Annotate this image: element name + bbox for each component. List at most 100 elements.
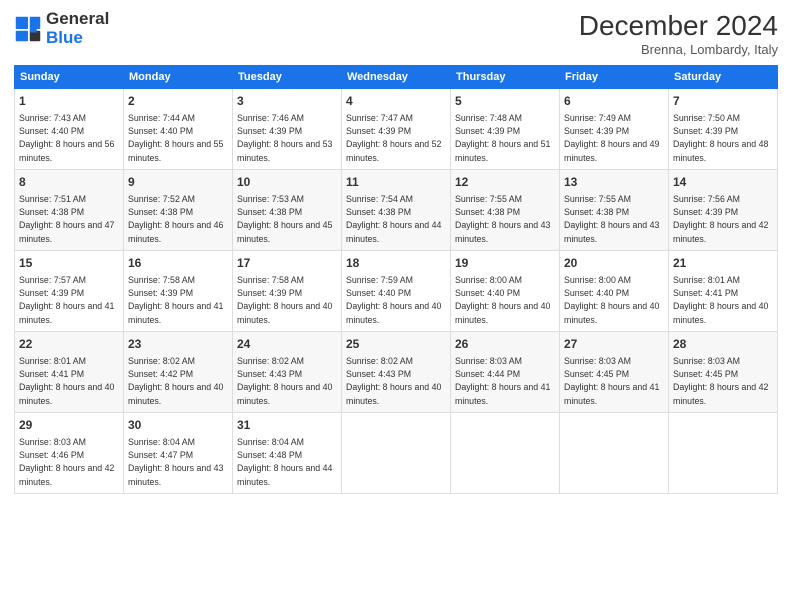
calendar-day-cell: [451, 412, 560, 493]
logo-text-blue: Blue: [46, 29, 109, 48]
day-details: Sunrise: 7:57 AMSunset: 4:39 PMDaylight:…: [19, 275, 114, 325]
calendar-day-cell: 17 Sunrise: 7:58 AMSunset: 4:39 PMDaylig…: [233, 250, 342, 331]
calendar-day-cell: 16 Sunrise: 7:58 AMSunset: 4:39 PMDaylig…: [124, 250, 233, 331]
calendar-day-cell: 30 Sunrise: 8:04 AMSunset: 4:47 PMDaylig…: [124, 412, 233, 493]
day-number: 9: [128, 174, 228, 191]
day-details: Sunrise: 7:52 AMSunset: 4:38 PMDaylight:…: [128, 194, 223, 244]
calendar-day-cell: 9 Sunrise: 7:52 AMSunset: 4:38 PMDayligh…: [124, 169, 233, 250]
title-block: December 2024 Brenna, Lombardy, Italy: [579, 10, 778, 57]
calendar-day-cell: 28 Sunrise: 8:03 AMSunset: 4:45 PMDaylig…: [669, 331, 778, 412]
weekday-header-friday: Friday: [560, 66, 669, 89]
day-details: Sunrise: 7:46 AMSunset: 4:39 PMDaylight:…: [237, 113, 332, 163]
calendar-day-cell: 8 Sunrise: 7:51 AMSunset: 4:38 PMDayligh…: [15, 169, 124, 250]
day-number: 25: [346, 336, 446, 353]
calendar-day-cell: 24 Sunrise: 8:02 AMSunset: 4:43 PMDaylig…: [233, 331, 342, 412]
day-number: 21: [673, 255, 773, 272]
calendar-day-cell: 1 Sunrise: 7:43 AMSunset: 4:40 PMDayligh…: [15, 89, 124, 170]
day-number: 7: [673, 93, 773, 110]
day-number: 10: [237, 174, 337, 191]
page-header: General Blue December 2024 Brenna, Lomba…: [14, 10, 778, 57]
weekday-header-monday: Monday: [124, 66, 233, 89]
day-details: Sunrise: 7:58 AMSunset: 4:39 PMDaylight:…: [128, 275, 223, 325]
day-details: Sunrise: 8:03 AMSunset: 4:46 PMDaylight:…: [19, 437, 114, 487]
day-details: Sunrise: 8:00 AMSunset: 4:40 PMDaylight:…: [455, 275, 550, 325]
calendar-day-cell: [560, 412, 669, 493]
day-details: Sunrise: 7:44 AMSunset: 4:40 PMDaylight:…: [128, 113, 223, 163]
calendar-day-cell: 7 Sunrise: 7:50 AMSunset: 4:39 PMDayligh…: [669, 89, 778, 170]
calendar-week-row: 1 Sunrise: 7:43 AMSunset: 4:40 PMDayligh…: [15, 89, 778, 170]
day-details: Sunrise: 8:02 AMSunset: 4:43 PMDaylight:…: [346, 356, 441, 406]
calendar-day-cell: [342, 412, 451, 493]
month-title: December 2024: [579, 10, 778, 42]
calendar-day-cell: 29 Sunrise: 8:03 AMSunset: 4:46 PMDaylig…: [15, 412, 124, 493]
calendar-day-cell: 4 Sunrise: 7:47 AMSunset: 4:39 PMDayligh…: [342, 89, 451, 170]
day-number: 3: [237, 93, 337, 110]
day-details: Sunrise: 7:55 AMSunset: 4:38 PMDaylight:…: [455, 194, 550, 244]
day-number: 24: [237, 336, 337, 353]
weekday-header-tuesday: Tuesday: [233, 66, 342, 89]
day-details: Sunrise: 8:03 AMSunset: 4:45 PMDaylight:…: [673, 356, 768, 406]
day-number: 15: [19, 255, 119, 272]
calendar-day-cell: 31 Sunrise: 8:04 AMSunset: 4:48 PMDaylig…: [233, 412, 342, 493]
day-details: Sunrise: 7:56 AMSunset: 4:39 PMDaylight:…: [673, 194, 768, 244]
day-number: 27: [564, 336, 664, 353]
calendar-day-cell: 25 Sunrise: 8:02 AMSunset: 4:43 PMDaylig…: [342, 331, 451, 412]
day-details: Sunrise: 7:53 AMSunset: 4:38 PMDaylight:…: [237, 194, 332, 244]
location: Brenna, Lombardy, Italy: [579, 42, 778, 57]
day-number: 14: [673, 174, 773, 191]
day-details: Sunrise: 7:55 AMSunset: 4:38 PMDaylight:…: [564, 194, 659, 244]
day-number: 17: [237, 255, 337, 272]
day-details: Sunrise: 7:47 AMSunset: 4:39 PMDaylight:…: [346, 113, 441, 163]
day-number: 30: [128, 417, 228, 434]
day-number: 5: [455, 93, 555, 110]
weekday-header-thursday: Thursday: [451, 66, 560, 89]
day-number: 1: [19, 93, 119, 110]
calendar-day-cell: 3 Sunrise: 7:46 AMSunset: 4:39 PMDayligh…: [233, 89, 342, 170]
calendar-day-cell: 27 Sunrise: 8:03 AMSunset: 4:45 PMDaylig…: [560, 331, 669, 412]
day-number: 2: [128, 93, 228, 110]
day-details: Sunrise: 7:43 AMSunset: 4:40 PMDaylight:…: [19, 113, 114, 163]
day-details: Sunrise: 7:50 AMSunset: 4:39 PMDaylight:…: [673, 113, 768, 163]
calendar-day-cell: 10 Sunrise: 7:53 AMSunset: 4:38 PMDaylig…: [233, 169, 342, 250]
calendar-day-cell: 15 Sunrise: 7:57 AMSunset: 4:39 PMDaylig…: [15, 250, 124, 331]
calendar-day-cell: 14 Sunrise: 7:56 AMSunset: 4:39 PMDaylig…: [669, 169, 778, 250]
day-details: Sunrise: 7:59 AMSunset: 4:40 PMDaylight:…: [346, 275, 441, 325]
day-details: Sunrise: 7:49 AMSunset: 4:39 PMDaylight:…: [564, 113, 659, 163]
calendar-week-row: 29 Sunrise: 8:03 AMSunset: 4:46 PMDaylig…: [15, 412, 778, 493]
day-details: Sunrise: 7:51 AMSunset: 4:38 PMDaylight:…: [19, 194, 114, 244]
day-number: 13: [564, 174, 664, 191]
calendar-day-cell: 6 Sunrise: 7:49 AMSunset: 4:39 PMDayligh…: [560, 89, 669, 170]
day-details: Sunrise: 7:48 AMSunset: 4:39 PMDaylight:…: [455, 113, 550, 163]
day-number: 6: [564, 93, 664, 110]
day-number: 11: [346, 174, 446, 191]
calendar-day-cell: 12 Sunrise: 7:55 AMSunset: 4:38 PMDaylig…: [451, 169, 560, 250]
calendar-table: SundayMondayTuesdayWednesdayThursdayFrid…: [14, 65, 778, 494]
weekday-header-sunday: Sunday: [15, 66, 124, 89]
day-details: Sunrise: 8:03 AMSunset: 4:44 PMDaylight:…: [455, 356, 550, 406]
day-number: 4: [346, 93, 446, 110]
calendar-week-row: 8 Sunrise: 7:51 AMSunset: 4:38 PMDayligh…: [15, 169, 778, 250]
day-number: 28: [673, 336, 773, 353]
calendar-day-cell: 26 Sunrise: 8:03 AMSunset: 4:44 PMDaylig…: [451, 331, 560, 412]
day-number: 19: [455, 255, 555, 272]
calendar-day-cell: 13 Sunrise: 7:55 AMSunset: 4:38 PMDaylig…: [560, 169, 669, 250]
calendar-day-cell: 19 Sunrise: 8:00 AMSunset: 4:40 PMDaylig…: [451, 250, 560, 331]
day-number: 12: [455, 174, 555, 191]
calendar-day-cell: 22 Sunrise: 8:01 AMSunset: 4:41 PMDaylig…: [15, 331, 124, 412]
logo-icon: [14, 15, 42, 43]
day-details: Sunrise: 8:03 AMSunset: 4:45 PMDaylight:…: [564, 356, 659, 406]
day-details: Sunrise: 8:02 AMSunset: 4:43 PMDaylight:…: [237, 356, 332, 406]
logo-text-general: General: [46, 10, 109, 29]
day-details: Sunrise: 8:04 AMSunset: 4:48 PMDaylight:…: [237, 437, 332, 487]
calendar-day-cell: 21 Sunrise: 8:01 AMSunset: 4:41 PMDaylig…: [669, 250, 778, 331]
day-number: 31: [237, 417, 337, 434]
day-details: Sunrise: 8:04 AMSunset: 4:47 PMDaylight:…: [128, 437, 223, 487]
calendar-week-row: 22 Sunrise: 8:01 AMSunset: 4:41 PMDaylig…: [15, 331, 778, 412]
weekday-header-wednesday: Wednesday: [342, 66, 451, 89]
day-details: Sunrise: 8:02 AMSunset: 4:42 PMDaylight:…: [128, 356, 223, 406]
calendar-day-cell: 5 Sunrise: 7:48 AMSunset: 4:39 PMDayligh…: [451, 89, 560, 170]
calendar-day-cell: [669, 412, 778, 493]
weekday-header-row: SundayMondayTuesdayWednesdayThursdayFrid…: [15, 66, 778, 89]
day-number: 26: [455, 336, 555, 353]
calendar-day-cell: 20 Sunrise: 8:00 AMSunset: 4:40 PMDaylig…: [560, 250, 669, 331]
